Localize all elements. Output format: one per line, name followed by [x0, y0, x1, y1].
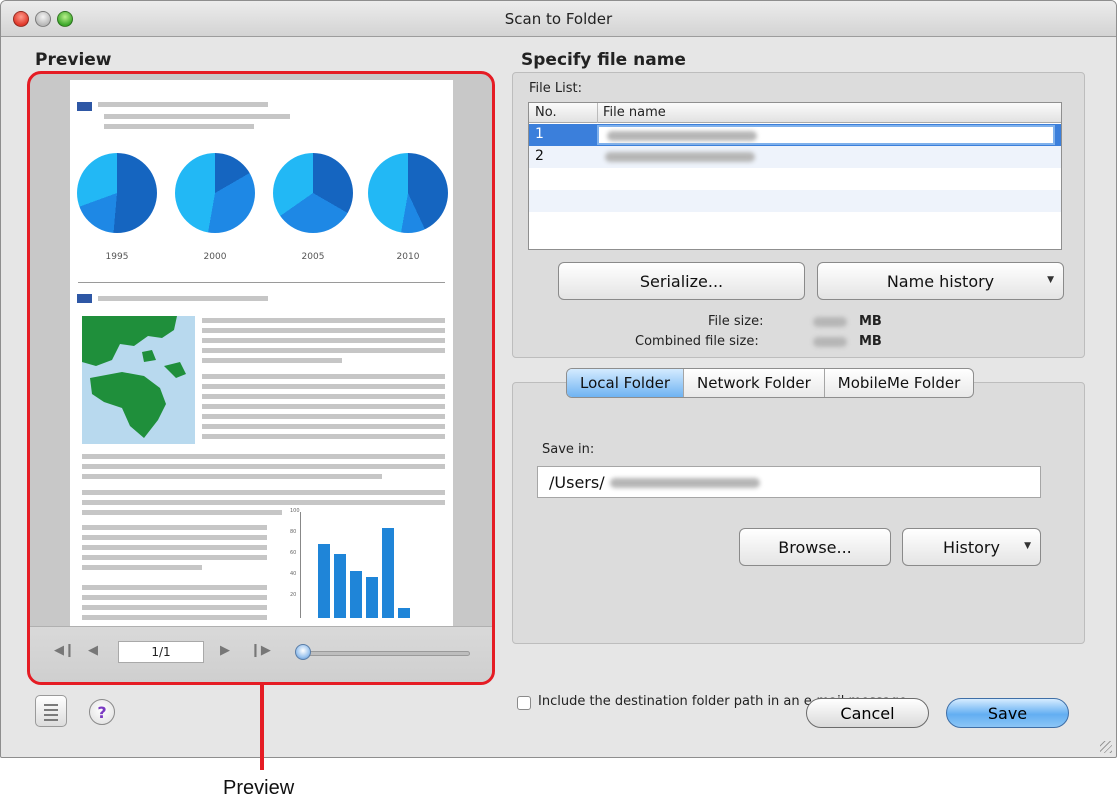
tab-mobileme-folder[interactable]: MobileMe Folder: [825, 369, 973, 397]
previous-page-icon[interactable]: ◀: [88, 643, 98, 658]
file-list-label: File List:: [529, 81, 582, 96]
file-list-table[interactable]: No. File name 1 2: [528, 102, 1062, 250]
year-label: 2005: [301, 252, 325, 262]
preview-pane: 1995 2000 2005 2010 100 80 60 40 20 ◀❙ ◀…: [27, 71, 495, 685]
heading-marker: [77, 102, 92, 111]
browse-button[interactable]: Browse...: [739, 528, 891, 566]
combined-size-label: Combined file size:: [635, 334, 759, 349]
last-page-icon[interactable]: ❙▶: [250, 643, 271, 658]
include-path-checkbox[interactable]: [517, 696, 531, 710]
window-title: Scan to Folder: [504, 10, 613, 28]
resize-grip-icon[interactable]: [1100, 741, 1112, 753]
zoom-slider[interactable]: [298, 651, 470, 656]
chevron-down-icon: ▼: [1024, 541, 1031, 551]
year-label: 1995: [105, 252, 129, 262]
combined-size-unit: MB: [859, 334, 882, 349]
page-number-field[interactable]: 1/1: [118, 641, 204, 663]
bar: [350, 571, 362, 618]
help-button[interactable]: ?: [89, 699, 115, 725]
year-label: 2000: [203, 252, 227, 262]
bar: [398, 608, 410, 618]
title-bar: Scan to Folder: [1, 1, 1116, 37]
chevron-down-icon: ▼: [1047, 275, 1054, 285]
callout-line: [260, 684, 264, 770]
serialize-button[interactable]: Serialize...: [558, 262, 805, 300]
next-page-icon[interactable]: ▶: [220, 643, 230, 658]
preview-page: 1995 2000 2005 2010 100 80 60 40 20: [70, 80, 453, 626]
preview-navigation-bar: ◀❙ ◀ 1/1 ▶ ❙▶: [30, 626, 492, 682]
cancel-button[interactable]: Cancel: [806, 698, 929, 728]
page-divider: [78, 282, 445, 283]
combined-size-value: [813, 337, 847, 347]
zoom-slider-thumb[interactable]: [295, 644, 311, 660]
file-size-label: File size:: [708, 314, 764, 329]
save-in-label: Save in:: [542, 442, 595, 457]
table-row[interactable]: 2: [529, 146, 1061, 168]
history-button[interactable]: History ▼: [902, 528, 1041, 566]
pie-chart-2005: [273, 153, 353, 233]
column-no[interactable]: No.: [535, 105, 557, 120]
year-label: 2010: [396, 252, 420, 262]
bar: [334, 554, 346, 618]
callout-label: Preview: [223, 777, 295, 799]
bar: [366, 577, 378, 618]
bar-chart: 100 80 60 40 20: [290, 508, 410, 618]
row-number: 1: [535, 126, 544, 142]
scan-to-folder-window: Scan to Folder Preview 1995 2000 2005 20…: [0, 0, 1117, 758]
file-name-section-title: Specify file name: [521, 50, 686, 70]
row-number: 2: [535, 148, 544, 164]
bar: [318, 544, 330, 618]
tab-local-folder[interactable]: Local Folder: [567, 369, 684, 397]
file-size-value: [813, 317, 847, 327]
save-button[interactable]: Save: [946, 698, 1069, 728]
bar: [382, 528, 394, 618]
table-row[interactable]: 1: [529, 124, 1061, 146]
pie-chart-1995: [77, 153, 157, 233]
first-page-icon[interactable]: ◀❙: [54, 643, 75, 658]
preview-section-title: Preview: [35, 50, 112, 70]
pie-chart-2010: [368, 153, 448, 233]
pie-chart-2000: [175, 153, 255, 233]
column-file-name[interactable]: File name: [603, 105, 666, 120]
destination-tabs: Local Folder Network Folder MobileMe Fol…: [566, 368, 975, 398]
destination-group: [512, 382, 1085, 644]
world-map-image: [82, 316, 195, 444]
file-list-header: No. File name: [529, 103, 1061, 123]
save-in-field[interactable]: /Users/: [537, 466, 1041, 498]
document-list-button[interactable]: [35, 695, 67, 727]
tab-network-folder[interactable]: Network Folder: [684, 369, 825, 397]
heading-marker: [77, 294, 92, 303]
file-name-edit-field[interactable]: [597, 125, 1055, 145]
file-size-unit: MB: [859, 314, 882, 329]
name-history-button[interactable]: Name history ▼: [817, 262, 1064, 300]
